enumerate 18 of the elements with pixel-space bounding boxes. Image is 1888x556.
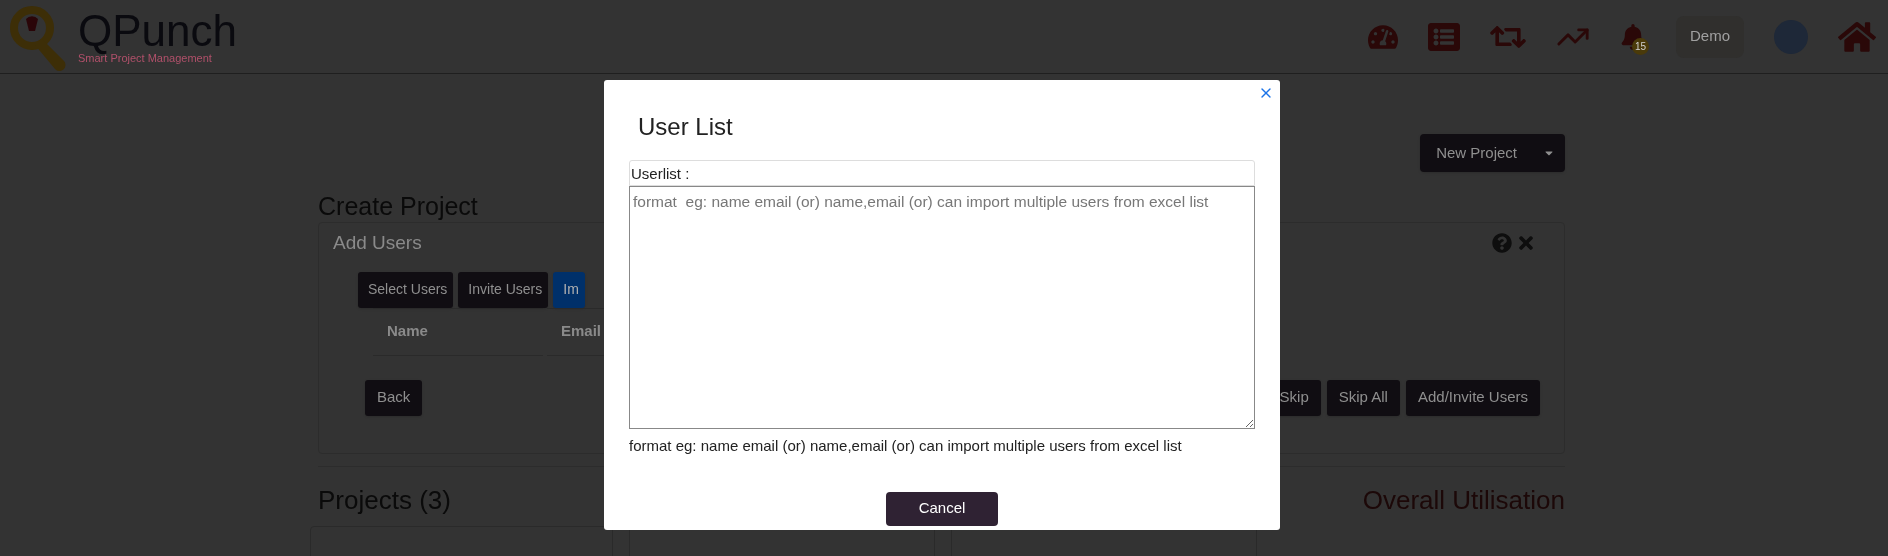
action-button[interactable]: Skip All bbox=[1326, 379, 1400, 416]
format-hint: format eg: name email (or) name,email (or) can import multiple users from excel list bbox=[629, 436, 1183, 456]
card-title: Add Users bbox=[333, 231, 422, 255]
tab[interactable]: Select Users bbox=[358, 271, 454, 308]
new-project-button[interactable]: New Project bbox=[1420, 134, 1565, 172]
action-button[interactable]: Add/Invite Users bbox=[1405, 379, 1540, 416]
list-icon[interactable] bbox=[1428, 20, 1460, 53]
tab[interactable]: Invite Users bbox=[458, 271, 549, 308]
help-icon[interactable] bbox=[1492, 233, 1512, 254]
cancel-button[interactable]: Cancel bbox=[886, 491, 998, 526]
tab[interactable]: Im bbox=[553, 271, 585, 308]
dialog-title: User List bbox=[638, 112, 734, 142]
field-label: Userlist : bbox=[629, 160, 1255, 186]
user-button[interactable]: Demo bbox=[1676, 15, 1744, 58]
back-button[interactable]: Back bbox=[365, 379, 423, 416]
logo-tagline: Smart Project Management bbox=[78, 53, 212, 64]
column-header: Name bbox=[373, 307, 543, 356]
userlist-textarea[interactable]: format eg: name email (or) name,email (or) can import multiple users from excel list bbox=[629, 186, 1255, 429]
